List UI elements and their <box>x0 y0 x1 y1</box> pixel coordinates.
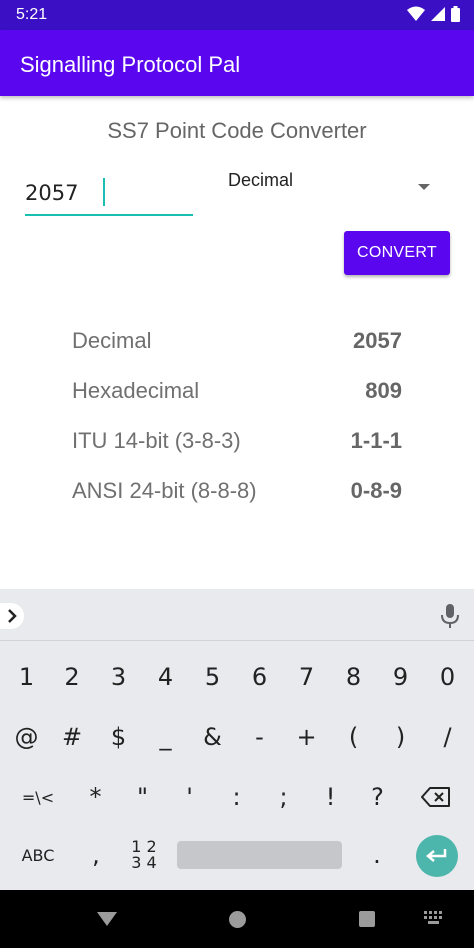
key-asterisk[interactable]: * <box>72 771 119 823</box>
format-dropdown[interactable]: Decimal <box>228 166 440 206</box>
key-9[interactable]: 9 <box>377 651 424 703</box>
key-5[interactable]: 5 <box>189 651 236 703</box>
result-label: ANSI 24-bit (8-8-8) <box>72 478 257 503</box>
key-dollar[interactable]: $ <box>95 711 142 763</box>
point-code-input[interactable] <box>25 178 193 208</box>
key-1[interactable]: 1 <box>4 651 49 703</box>
wifi-icon <box>407 6 425 21</box>
text-cursor <box>103 178 105 206</box>
enter-key[interactable] <box>416 835 458 877</box>
keyboard-switch-icon[interactable] <box>424 911 444 925</box>
key-8[interactable]: 8 <box>330 651 377 703</box>
space-bar[interactable] <box>177 841 342 869</box>
result-value: 1-1-1 <box>350 428 402 453</box>
result-value: 809 <box>365 378 402 403</box>
key-open-paren[interactable]: ( <box>330 711 377 763</box>
status-bar: 5:21 <box>0 0 474 30</box>
key-question[interactable]: ? <box>354 771 401 823</box>
key-3[interactable]: 3 <box>95 651 142 703</box>
format-selected-value: Decimal <box>228 170 294 190</box>
key-0[interactable]: 0 <box>424 651 471 703</box>
status-icons <box>407 6 460 22</box>
chevron-right-icon <box>8 609 17 623</box>
key-semicolon[interactable]: ; <box>260 771 307 823</box>
recents-icon[interactable] <box>359 911 375 927</box>
point-code-input-container[interactable] <box>25 172 193 216</box>
key-comma[interactable]: , <box>72 829 120 881</box>
battery-icon <box>451 6 460 22</box>
key-slash[interactable]: / <box>424 711 471 763</box>
keyboard-row-numbers: 1 2 3 4 5 6 7 8 9 0 <box>0 651 474 703</box>
key-single-quote[interactable]: ' <box>166 771 213 823</box>
key-more-symbols[interactable]: =\< <box>4 771 72 823</box>
key-double-quote[interactable]: " <box>119 771 166 823</box>
result-label: Hexadecimal <box>72 378 200 403</box>
results-table: Decimal 2057 Hexadecimal 809 ITU 14-bit … <box>72 322 402 522</box>
key-hash[interactable]: # <box>49 711 95 763</box>
keyboard-toolbar <box>0 589 474 641</box>
converter-title: SS7 Point Code Converter <box>107 118 367 143</box>
result-row-ansi: ANSI 24-bit (8-8-8) 0-8-9 <box>72 472 402 522</box>
keyboard-row-symbols: @ # $ _ & - + ( ) / <box>0 711 474 763</box>
result-label: ITU 14-bit (3-8-3) <box>72 428 241 453</box>
soft-keyboard: 1 2 3 4 5 6 7 8 9 0 @ # $ _ & - + ( ) / … <box>0 589 474 890</box>
keyboard-expand-button[interactable] <box>0 603 24 629</box>
key-4[interactable]: 4 <box>142 651 189 703</box>
key-abc[interactable]: ABC <box>8 829 68 881</box>
home-icon[interactable] <box>229 911 246 928</box>
result-label: Decimal <box>72 328 152 353</box>
key-numpad[interactable]: 1 2 3 4 <box>120 829 168 881</box>
numpad-bottom-label: 3 4 <box>131 853 157 872</box>
cellular-signal-icon <box>431 7 445 21</box>
key-2[interactable]: 2 <box>49 651 95 703</box>
status-time: 5:21 <box>16 6 48 23</box>
microphone-icon[interactable] <box>440 603 460 629</box>
app-bar: Signalling Protocol Pal <box>0 30 474 96</box>
backspace-icon <box>421 787 450 807</box>
result-row-itu: ITU 14-bit (3-8-3) 1-1-1 <box>72 422 402 472</box>
app-title: Signalling Protocol Pal <box>20 52 241 77</box>
result-row-decimal: Decimal 2057 <box>72 322 402 372</box>
keyboard-row-more-symbols: =\< * " ' : ; ! ? <box>0 771 474 823</box>
convert-button[interactable]: CONVERT <box>344 231 450 275</box>
key-backspace[interactable] <box>408 771 464 823</box>
key-exclamation[interactable]: ! <box>307 771 354 823</box>
result-row-hexadecimal: Hexadecimal 809 <box>72 372 402 422</box>
key-minus[interactable]: - <box>236 711 283 763</box>
enter-icon <box>426 849 447 862</box>
result-value: 0-8-9 <box>350 478 402 503</box>
key-at[interactable]: @ <box>4 711 49 763</box>
navigation-bar <box>0 890 474 948</box>
key-6[interactable]: 6 <box>236 651 283 703</box>
keyboard-row-bottom: ABC , 1 2 3 4 . <box>0 829 474 881</box>
key-colon[interactable]: : <box>213 771 260 823</box>
key-7[interactable]: 7 <box>283 651 330 703</box>
key-plus[interactable]: + <box>283 711 330 763</box>
key-period[interactable]: . <box>354 829 400 881</box>
dropdown-arrow-icon <box>418 184 430 190</box>
key-underscore[interactable]: _ <box>142 711 189 763</box>
result-value: 2057 <box>353 328 402 353</box>
key-ampersand[interactable]: & <box>189 711 236 763</box>
key-close-paren[interactable]: ) <box>377 711 424 763</box>
back-icon[interactable] <box>97 912 117 926</box>
